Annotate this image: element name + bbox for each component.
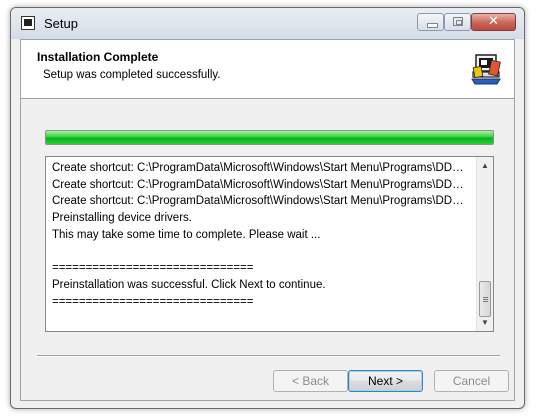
maximize-button[interactable] [444, 13, 471, 31]
grip-line [483, 299, 488, 300]
log-line: Create shortcut: C:\ProgramData\Microsof… [52, 162, 470, 174]
page-title: Installation Complete [37, 50, 159, 64]
log-line: Create shortcut: C:\ProgramData\Microsof… [52, 195, 470, 208]
log-line: ============================== [52, 295, 254, 308]
window-title: Setup [44, 16, 78, 31]
install-progress-bar [45, 130, 494, 145]
separator [37, 355, 500, 357]
minimize-icon [427, 23, 438, 28]
wizard-header: Installation Complete Setup was complete… [21, 40, 514, 99]
scroll-up-icon[interactable]: ▲ [477, 157, 493, 174]
setup-window: Setup ✕ Installation Complete Setup was … [10, 7, 525, 409]
log-lines: Create shortcut: C:\ProgramData\Microsof… [52, 160, 470, 310]
close-icon: ✕ [488, 14, 499, 29]
log-line: Preinstallation was successful. Click Ne… [52, 278, 326, 291]
wizard-body: Installation Complete Setup was complete… [20, 39, 515, 401]
log-scrollbar[interactable]: ▲ ▼ [476, 157, 493, 331]
log-line: ============================== [52, 262, 254, 275]
log-line: This may take some time to complete. Ple… [52, 228, 321, 241]
title-bar[interactable]: Setup ✕ [11, 8, 524, 39]
next-button[interactable]: Next > [348, 370, 423, 392]
install-log[interactable]: Create shortcut: C:\ProgramData\Microsof… [45, 156, 494, 332]
close-button[interactable]: ✕ [471, 13, 516, 31]
restore-icon [453, 17, 463, 26]
grip-line [483, 297, 488, 298]
scroll-down-icon[interactable]: ▼ [477, 314, 493, 331]
cancel-button[interactable]: Cancel [434, 370, 509, 392]
installer-computer-icon [471, 54, 501, 85]
grip-line [483, 301, 488, 302]
page-subtitle: Setup was completed successfully. [43, 69, 221, 81]
minimize-button[interactable] [417, 13, 444, 31]
log-line: Create shortcut: C:\ProgramData\Microsof… [52, 178, 470, 191]
back-button[interactable]: < Back [273, 370, 348, 392]
log-line: Preinstalling device drivers. [52, 212, 192, 225]
scroll-thumb[interactable] [479, 281, 491, 317]
progress-fill [46, 131, 493, 144]
app-icon [21, 16, 35, 30]
